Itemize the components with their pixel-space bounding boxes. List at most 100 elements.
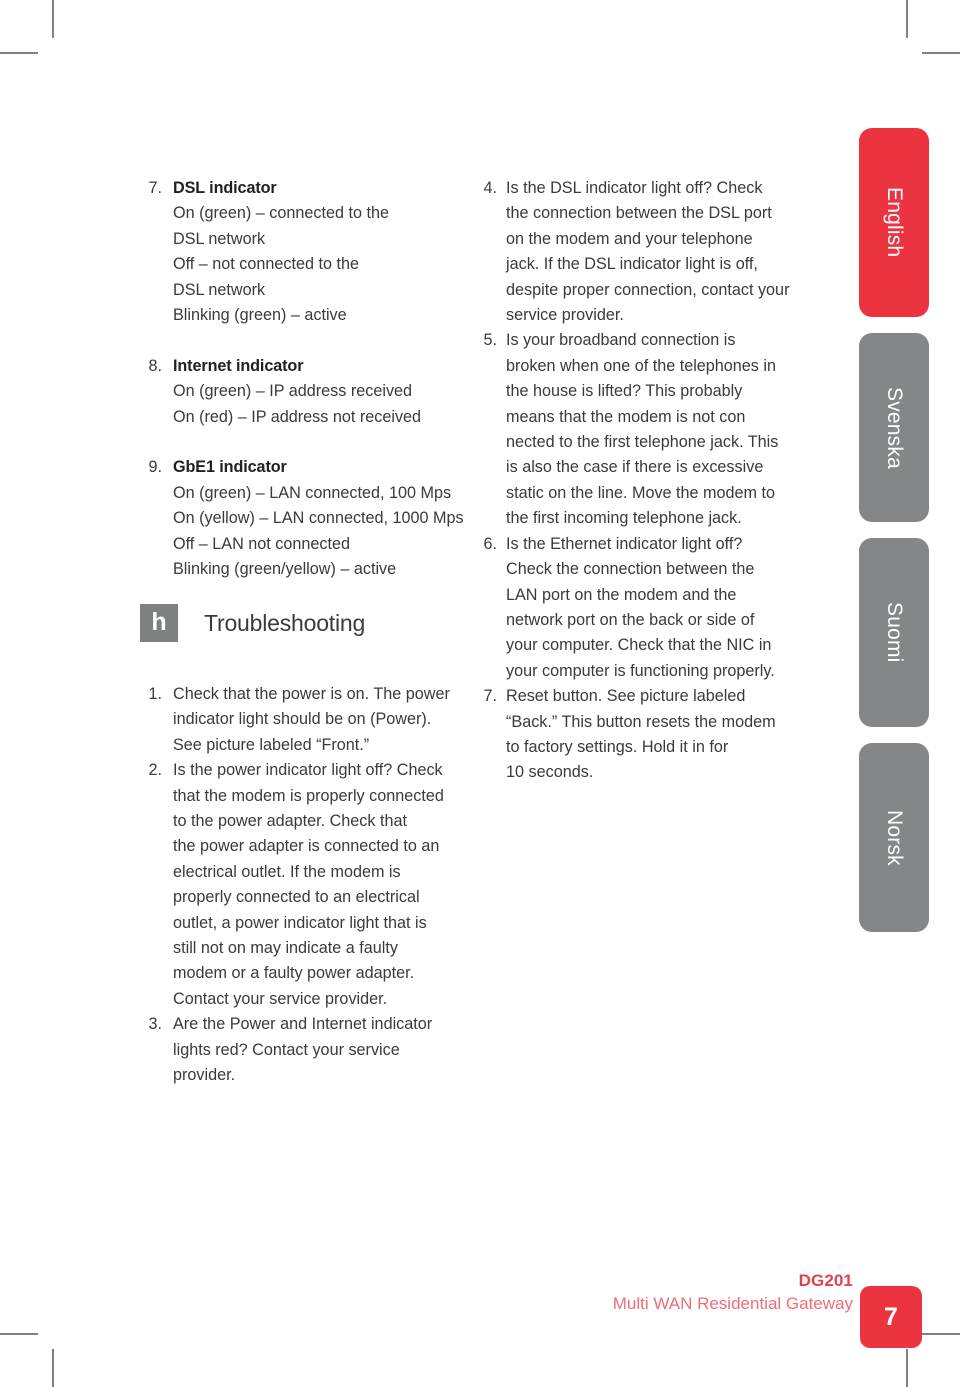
language-tab-label: English xyxy=(883,187,906,258)
step-line: modem or a faulty power adapter. xyxy=(173,964,415,983)
step-line: See picture labeled “Front.” xyxy=(173,735,370,754)
left-column: 7. DSL indicator On (green) – connected … xyxy=(140,176,470,582)
troubleshooting-icon: h xyxy=(140,604,178,642)
step-line: static on the line. Move the modem to xyxy=(506,483,776,502)
step-line: on the modem and your telephone xyxy=(506,229,753,248)
step-line: Are the Power and Internet indicator xyxy=(173,1015,433,1034)
step-line: is also the case if there is excessive xyxy=(506,458,764,477)
indicator-line: Blinking (green) – active xyxy=(173,306,347,325)
step-line: the house is lifted? This probably xyxy=(506,382,743,401)
indicator-line: On (green) – connected to the xyxy=(173,204,389,223)
indicator-line: On (yellow) – LAN connected, 1000 Mps xyxy=(173,509,464,528)
crop-mark-top-right-horizontal xyxy=(922,52,960,54)
indicator-number: 7. xyxy=(148,179,162,197)
step-line: indicator light should be on (Power). xyxy=(173,710,432,729)
crop-mark-top-left-horizontal xyxy=(0,52,38,54)
step-line: broken when one of the telephones in xyxy=(506,356,776,375)
crop-mark-top-left-vertical xyxy=(52,0,54,38)
language-tab-label: Norsk xyxy=(883,809,906,866)
step-line: lights red? Contact your service xyxy=(173,1040,400,1059)
crop-mark-bottom-left-vertical xyxy=(52,1349,54,1387)
step-line: network port on the back or side of xyxy=(506,610,755,629)
troubleshooting-steps-left: 1. Check that the power is on. The power… xyxy=(140,682,470,1089)
indicator-line: Off – LAN not connected xyxy=(173,534,350,553)
step-line: Check that the power is on. The power xyxy=(173,685,450,703)
indicator-line: DSL network xyxy=(173,280,266,299)
step-number: 7. xyxy=(483,687,497,706)
troubleshooting-heading: h Troubleshooting xyxy=(140,604,365,642)
step-line: still not on may indicate a faulty xyxy=(173,939,398,958)
indicator-title: DSL indicator xyxy=(173,179,277,197)
step-number: 4. xyxy=(483,179,497,197)
step-line: Is your broadband connection is xyxy=(506,331,736,350)
step-line: that the modem is properly connected xyxy=(173,786,444,805)
step-line: the first incoming telephone jack. xyxy=(506,509,742,528)
step-line: means that the modem is not con xyxy=(506,407,746,426)
troubleshooting-step: 5. Is your broadband connection is broke… xyxy=(475,328,805,531)
crop-mark-bottom-right-horizontal xyxy=(922,1333,960,1335)
crop-mark-bottom-right-vertical xyxy=(906,1349,908,1387)
step-line: nected to the first telephone jack. This xyxy=(506,433,779,452)
step-line: Is the power indicator light off? Check xyxy=(173,761,443,780)
crop-mark-bottom-left-horizontal xyxy=(0,1333,38,1335)
indicator-line: Blinking (green/yellow) – active xyxy=(173,560,397,579)
step-number: 2. xyxy=(148,761,162,780)
step-line: your computer is functioning properly. xyxy=(506,661,775,680)
step-line: Is the Ethernet indicator light off? xyxy=(506,534,743,553)
step-line: properly connected to an electrical xyxy=(173,888,420,907)
footer-model-name: DG201 xyxy=(798,1271,853,1290)
step-line: service provider. xyxy=(506,306,624,325)
indicator-line: On (green) – IP address received xyxy=(173,382,413,401)
step-line: Contact your service provider. xyxy=(173,989,388,1008)
step-line: “Back.” This button resets the modem xyxy=(506,712,776,731)
indicator-item-internet: 8. Internet indicator On (green) – IP ad… xyxy=(140,354,470,430)
indicator-title: GbE1 indicator xyxy=(173,458,287,477)
indicator-number: 9. xyxy=(148,458,162,477)
indicator-line: DSL network xyxy=(173,229,266,248)
language-tab-label: Svenska xyxy=(883,386,906,469)
footer-subtitle: Multi WAN Residential Gateway xyxy=(612,1294,853,1313)
indicator-number: 8. xyxy=(148,356,162,375)
step-line: the power adapter is connected to an xyxy=(173,837,440,856)
step-line: Is the DSL indicator light off? Check xyxy=(506,179,763,197)
step-line: to factory settings. Hold it in for xyxy=(506,737,729,756)
step-line: Check the connection between the xyxy=(506,560,755,579)
step-line: the connection between the DSL port xyxy=(506,204,772,223)
right-column: 4. Is the DSL indicator light off? Check… xyxy=(475,176,805,786)
indicator-item-dsl: 7. DSL indicator On (green) – connected … xyxy=(140,176,470,328)
troubleshooting-step: 2. Is the power indicator light off? Che… xyxy=(140,758,470,1012)
step-line: despite proper connection, contact your xyxy=(506,280,790,299)
step-line: provider. xyxy=(173,1066,236,1085)
troubleshooting-step: 3. Are the Power and Internet indicator … xyxy=(140,1012,470,1088)
language-tab-english[interactable]: English xyxy=(859,128,929,317)
step-line: outlet, a power indicator light that is xyxy=(173,913,427,932)
step-line: Reset button. See picture labeled xyxy=(506,687,746,706)
indicator-line: On (green) – LAN connected, 100 Mps xyxy=(173,483,452,502)
troubleshooting-step: 4. Is the DSL indicator light off? Check… xyxy=(475,176,805,328)
troubleshooting-step: 6. Is the Ethernet indicator light off? … xyxy=(475,532,805,684)
step-line: electrical outlet. If the modem is xyxy=(173,862,401,881)
step-number: 1. xyxy=(148,685,162,703)
step-line: your computer. Check that the NIC in xyxy=(506,636,772,655)
page-number-badge: 7 xyxy=(860,1286,922,1348)
language-tab-norsk[interactable]: Norsk xyxy=(859,743,929,932)
indicator-item-gbe1: 9. GbE1 indicator On (green) – LAN conne… xyxy=(140,455,470,582)
step-number: 6. xyxy=(483,534,497,553)
indicator-line: Off – not connected to the xyxy=(173,255,359,274)
troubleshooting-step: 1. Check that the power is on. The power… xyxy=(140,682,470,758)
troubleshooting-title: Troubleshooting xyxy=(204,609,366,636)
step-line: to the power adapter. Check that xyxy=(173,812,407,831)
step-line: 10 seconds. xyxy=(506,763,594,782)
step-number: 3. xyxy=(148,1015,162,1034)
indicator-line: On (red) – IP address not received xyxy=(173,407,422,426)
troubleshooting-step: 7. Reset button. See picture labeled “Ba… xyxy=(475,684,805,786)
language-tab-suomi[interactable]: Suomi xyxy=(859,538,929,727)
step-line: jack. If the DSL indicator light is off, xyxy=(506,255,758,274)
crop-mark-top-right-vertical xyxy=(906,0,908,38)
indicator-title: Internet indicator xyxy=(173,356,304,375)
step-line: LAN port on the modem and the xyxy=(506,585,737,604)
language-tab-svenska[interactable]: Svenska xyxy=(859,333,929,522)
step-number: 5. xyxy=(483,331,497,350)
